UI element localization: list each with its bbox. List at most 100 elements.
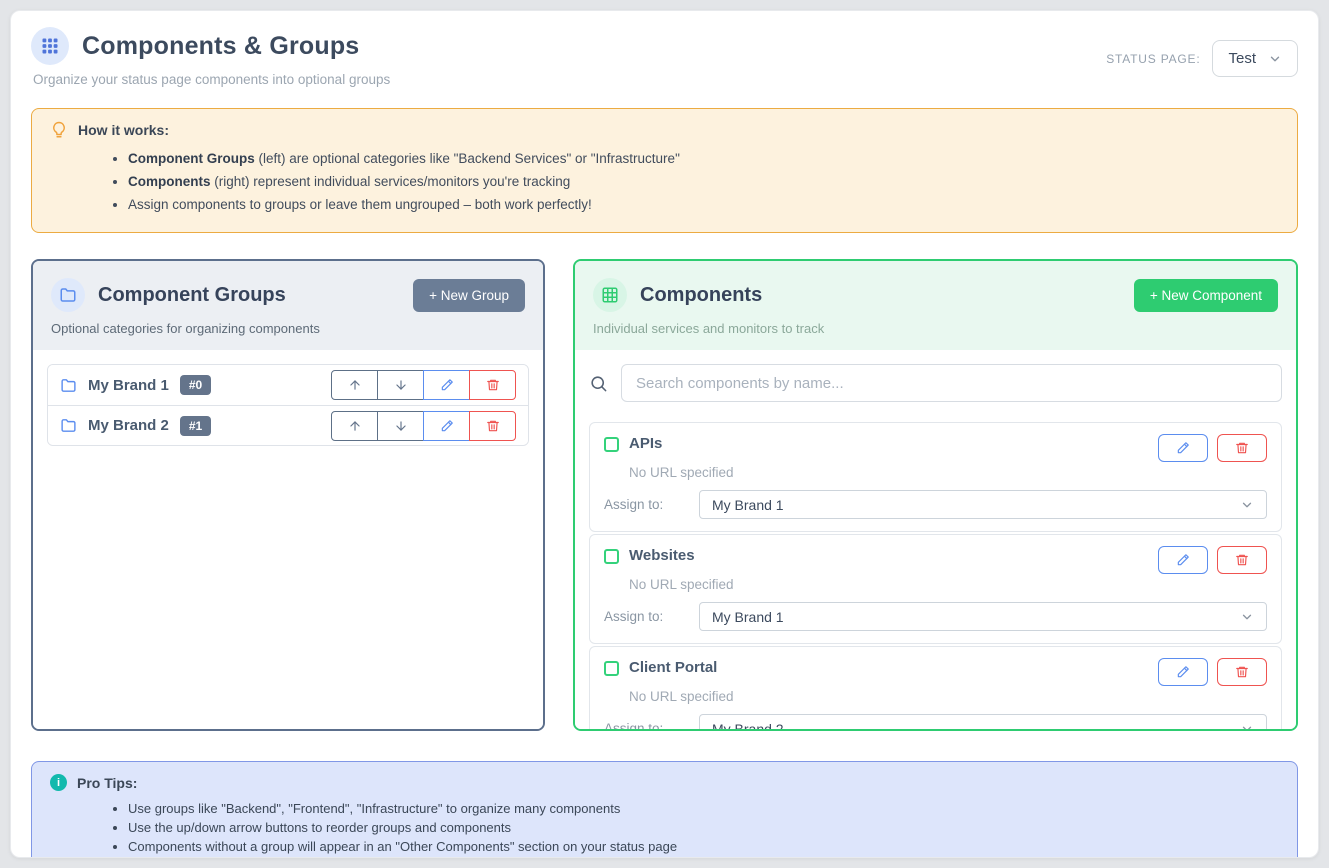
- chevron-down-icon: [1240, 498, 1254, 512]
- component-search-row: [589, 364, 1282, 402]
- arrow-down-icon: [394, 419, 408, 433]
- move-group-up-button[interactable]: [331, 370, 378, 400]
- component-name: APIs: [629, 434, 662, 452]
- component-status-checkbox[interactable]: [604, 549, 619, 564]
- folder-icon: [60, 417, 77, 434]
- group-name: My Brand 2: [88, 417, 169, 434]
- panels-row: Component Groups + New Group Optional ca…: [31, 259, 1298, 731]
- search-components-input[interactable]: [621, 364, 1282, 402]
- page-subtitle: Organize your status page components int…: [33, 72, 390, 87]
- component-groups-header: Component Groups + New Group Optional ca…: [33, 261, 543, 350]
- components-body: APIs No URL specifi: [575, 350, 1296, 731]
- new-group-button[interactable]: + New Group: [413, 279, 525, 312]
- edit-component-button[interactable]: [1158, 658, 1208, 686]
- pencil-icon: [1176, 665, 1190, 679]
- assign-group-select[interactable]: My Brand 1: [699, 602, 1267, 631]
- component-actions: [1158, 546, 1267, 574]
- assign-group-select[interactable]: My Brand 1: [699, 490, 1267, 519]
- pro-tips-list: Use groups like "Backend", "Frontend", "…: [128, 799, 1279, 856]
- group-order-badge: #0: [180, 375, 211, 395]
- components-panel: Components + New Component Individual se…: [573, 259, 1298, 731]
- folder-icon: [60, 377, 77, 394]
- page-header: Components & Groups Organize your status…: [31, 27, 1298, 87]
- edit-component-button[interactable]: [1158, 434, 1208, 462]
- how-it-works-bullet: Components (right) represent individual …: [128, 170, 1279, 193]
- chevron-down-icon: [1240, 610, 1254, 624]
- trash-icon: [486, 419, 500, 433]
- info-icon: i: [50, 774, 67, 791]
- component-actions: [1158, 658, 1267, 686]
- group-row: My Brand 2 #1: [48, 405, 528, 445]
- status-page-select[interactable]: Test: [1212, 40, 1298, 77]
- move-group-up-button[interactable]: [331, 411, 378, 441]
- pencil-icon: [1176, 553, 1190, 567]
- arrow-down-icon: [394, 378, 408, 392]
- move-group-down-button[interactable]: [377, 370, 424, 400]
- delete-component-button[interactable]: [1217, 434, 1267, 462]
- assigned-group-value: My Brand 1: [712, 497, 784, 513]
- how-it-works-list: Component Groups (left) are optional cat…: [128, 147, 1279, 216]
- edit-component-button[interactable]: [1158, 546, 1208, 574]
- group-order-badge: #1: [180, 416, 211, 436]
- components-header: Components + New Component Individual se…: [575, 261, 1296, 350]
- group-actions: [331, 411, 516, 441]
- component-groups-panel: Component Groups + New Group Optional ca…: [31, 259, 545, 731]
- edit-group-button[interactable]: [423, 411, 470, 441]
- search-icon: [589, 374, 608, 393]
- component-groups-title: Component Groups: [98, 284, 286, 307]
- group-list: My Brand 1 #0: [47, 364, 529, 446]
- component-url-note: No URL specified: [629, 465, 1267, 480]
- main-card: Components & Groups Organize your status…: [10, 10, 1319, 858]
- component-card: APIs No URL specifi: [589, 422, 1282, 532]
- delete-group-button[interactable]: [469, 370, 516, 400]
- assign-row: Assign to: My Brand 1: [604, 490, 1267, 519]
- assigned-group-value: My Brand 2: [712, 721, 784, 732]
- edit-group-button[interactable]: [423, 370, 470, 400]
- component-groups-subtitle: Optional categories for organizing compo…: [51, 321, 525, 336]
- assign-to-label: Assign to:: [604, 497, 699, 512]
- how-it-works-title: How it works:: [78, 122, 169, 138]
- new-component-button[interactable]: + New Component: [1134, 279, 1278, 312]
- component-status-checkbox[interactable]: [604, 661, 619, 676]
- component-groups-body: My Brand 1 #0: [33, 350, 543, 729]
- page-header-left: Components & Groups Organize your status…: [31, 27, 390, 87]
- trash-icon: [1235, 441, 1249, 455]
- pro-tips-bullet: Use groups like "Backend", "Frontend", "…: [128, 799, 1279, 818]
- pencil-icon: [440, 419, 454, 433]
- folder-icon: [51, 278, 85, 312]
- component-actions: [1158, 434, 1267, 462]
- pro-tips-title: Pro Tips:: [77, 775, 137, 791]
- assign-to-label: Assign to:: [604, 609, 699, 624]
- delete-component-button[interactable]: [1217, 658, 1267, 686]
- components-subtitle: Individual services and monitors to trac…: [593, 321, 1278, 336]
- table-grid-icon: [593, 278, 627, 312]
- component-card: Websites No URL spe: [589, 534, 1282, 644]
- page-title: Components & Groups: [82, 32, 359, 61]
- arrow-up-icon: [348, 378, 362, 392]
- chevron-down-icon: [1268, 52, 1282, 66]
- assign-row: Assign to: My Brand 1: [604, 602, 1267, 631]
- lightbulb-icon: [50, 121, 68, 139]
- how-it-works-bullet: Assign components to groups or leave the…: [128, 193, 1279, 216]
- component-url-note: No URL specified: [629, 689, 1267, 704]
- assign-to-label: Assign to:: [604, 721, 699, 731]
- assign-group-select[interactable]: My Brand 2: [699, 714, 1267, 731]
- chevron-down-icon: [1240, 722, 1254, 732]
- group-actions: [331, 370, 516, 400]
- trash-icon: [486, 378, 500, 392]
- move-group-down-button[interactable]: [377, 411, 424, 441]
- pencil-icon: [1176, 441, 1190, 455]
- component-card: Client Portal No UR: [589, 646, 1282, 731]
- component-url-note: No URL specified: [629, 577, 1267, 592]
- apps-grid-icon: [31, 27, 69, 65]
- component-status-checkbox[interactable]: [604, 437, 619, 452]
- status-page-selector: STATUS PAGE: Test: [1106, 40, 1298, 77]
- how-it-works-box: How it works: Component Groups (left) ar…: [31, 108, 1298, 233]
- delete-group-button[interactable]: [469, 411, 516, 441]
- delete-component-button[interactable]: [1217, 546, 1267, 574]
- pencil-icon: [440, 378, 454, 392]
- pro-tips-bullet: Components without a group will appear i…: [128, 837, 1279, 856]
- assigned-group-value: My Brand 1: [712, 609, 784, 625]
- pro-tips-box: i Pro Tips: Use groups like "Backend", "…: [31, 761, 1298, 858]
- component-name: Client Portal: [629, 658, 717, 676]
